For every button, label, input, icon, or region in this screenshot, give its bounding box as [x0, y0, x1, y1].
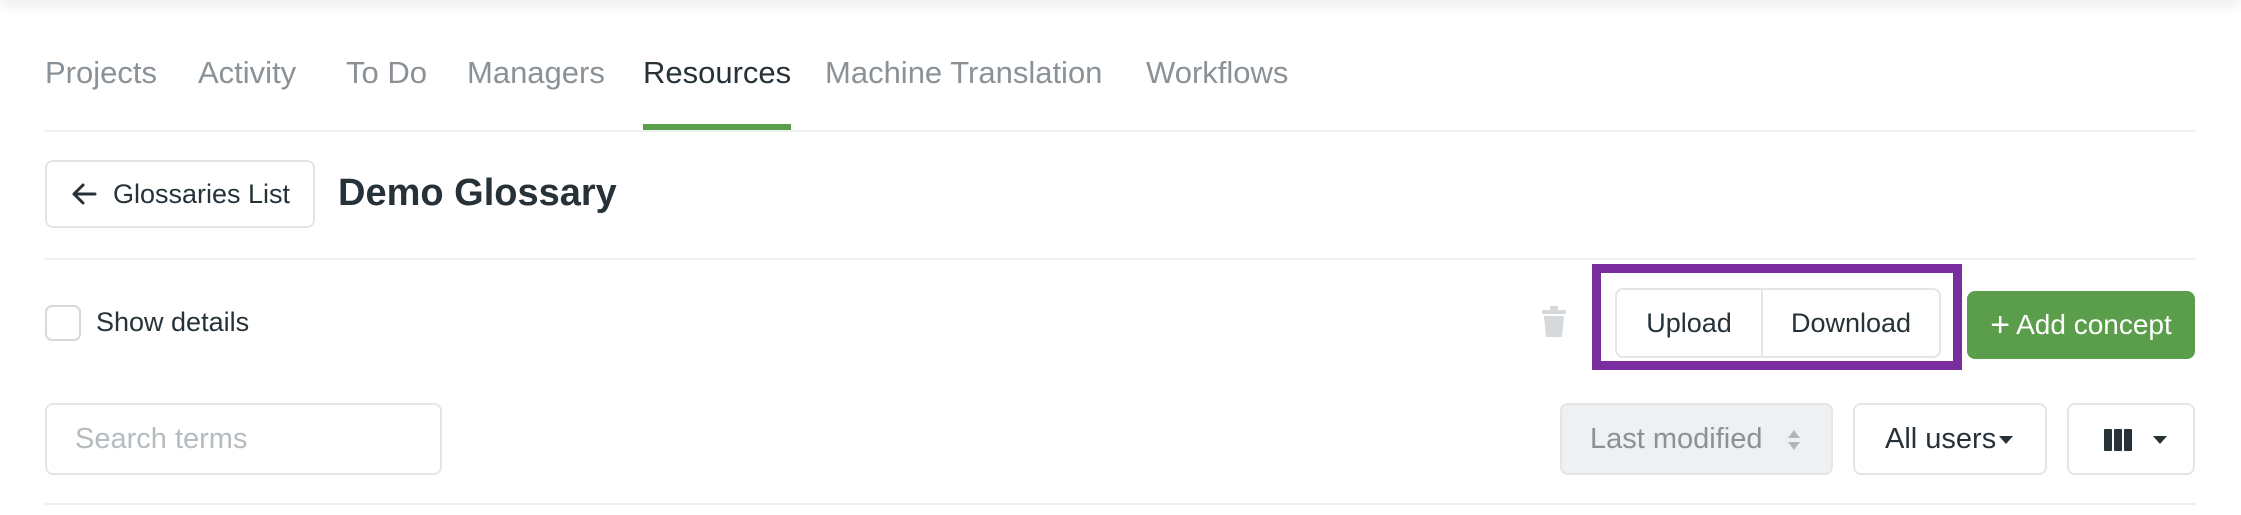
- trash-icon[interactable]: [1541, 306, 1567, 338]
- users-filter-dropdown[interactable]: All users: [1853, 403, 2047, 475]
- show-details-label[interactable]: Show details: [96, 307, 249, 338]
- columns-icon: [2104, 429, 2132, 451]
- caret-down-icon: [2153, 436, 2167, 444]
- tab-activity[interactable]: Activity: [198, 48, 296, 132]
- tab-managers[interactable]: Managers: [467, 48, 605, 132]
- upload-download-group: Upload Download: [1615, 288, 1941, 358]
- table-top-divider: [45, 503, 2196, 505]
- tab-workflows[interactable]: Workflows: [1146, 48, 1288, 132]
- columns-dropdown[interactable]: [2067, 403, 2195, 475]
- caret-down-icon: [1999, 436, 2013, 444]
- search-input[interactable]: [45, 403, 442, 475]
- header-divider: [45, 258, 2196, 260]
- glossaries-list-button[interactable]: Glossaries List: [45, 160, 315, 228]
- download-button[interactable]: Download: [1763, 290, 1939, 356]
- show-details-checkbox[interactable]: [45, 305, 81, 341]
- arrow-left-icon: [72, 183, 97, 205]
- page-title: Demo Glossary: [338, 172, 617, 214]
- glossaries-list-label: Glossaries List: [113, 178, 291, 209]
- sort-dropdown[interactable]: Last modified: [1560, 403, 1833, 475]
- tab-projects[interactable]: Projects: [45, 48, 157, 132]
- tabs-divider: [45, 130, 2196, 132]
- sort-icon: [1788, 430, 1800, 450]
- upload-button[interactable]: Upload: [1617, 290, 1763, 356]
- tab-resources[interactable]: Resources: [643, 48, 792, 132]
- tab-machine-translation[interactable]: Machine Translation: [825, 48, 1102, 132]
- add-concept-button[interactable]: + Add concept: [1967, 291, 2195, 359]
- sort-label: Last modified: [1590, 422, 1763, 455]
- plus-icon: +: [1990, 306, 2011, 344]
- tab-todo[interactable]: To Do: [346, 48, 427, 132]
- users-filter-label: All users: [1885, 422, 1997, 455]
- add-concept-label: Add concept: [2016, 309, 2172, 340]
